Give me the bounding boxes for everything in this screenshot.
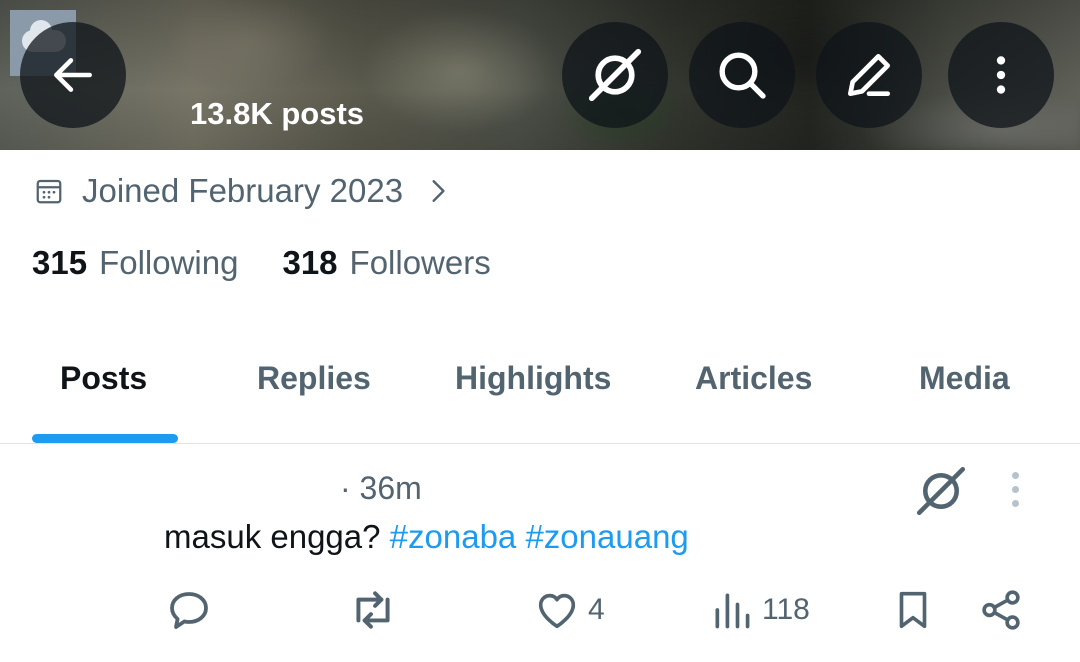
followers-label: Followers bbox=[349, 244, 491, 281]
like-count: 4 bbox=[588, 593, 605, 626]
share-button[interactable] bbox=[978, 582, 1024, 638]
follow-stats: 315 Following 318 Followers bbox=[32, 244, 535, 282]
back-button[interactable] bbox=[20, 22, 126, 128]
post-body: masuk engga? bbox=[164, 518, 381, 555]
post-timestamp[interactable]: · 36m bbox=[340, 470, 422, 507]
tab-highlights[interactable]: Highlights bbox=[455, 360, 611, 397]
calendar-icon bbox=[34, 176, 64, 206]
search-button[interactable] bbox=[689, 22, 795, 128]
active-tab-indicator bbox=[32, 434, 178, 443]
following-count: 315 bbox=[32, 244, 88, 281]
views-button[interactable]: 118 bbox=[710, 582, 810, 638]
more-dot-icon bbox=[1012, 486, 1019, 493]
followers-link[interactable]: 318 Followers bbox=[282, 244, 490, 282]
profile-tabs: Posts Replies Highlights Articles Media bbox=[0, 340, 1080, 444]
more-options-button[interactable] bbox=[948, 22, 1054, 128]
repost-button[interactable] bbox=[348, 582, 398, 638]
posts-count: 13.8K posts bbox=[190, 96, 365, 131]
tab-media[interactable]: Media bbox=[919, 360, 1010, 397]
post-text: masuk engga? #zonaba #zonauang bbox=[164, 518, 689, 556]
search-icon bbox=[719, 52, 766, 99]
reply-icon bbox=[170, 592, 208, 629]
heart-icon bbox=[538, 593, 576, 629]
back-arrow-icon bbox=[54, 58, 92, 92]
more-dot-icon bbox=[1012, 500, 1019, 507]
more-vertical-icon bbox=[996, 56, 1006, 94]
view-count: 118 bbox=[762, 593, 810, 626]
hashtag-link[interactable]: #zonaba bbox=[390, 518, 517, 555]
analytics-icon bbox=[715, 593, 750, 629]
following-label: Following bbox=[99, 244, 239, 281]
hashtag-link[interactable]: #zonauang bbox=[525, 518, 688, 555]
tab-articles[interactable]: Articles bbox=[695, 360, 812, 397]
more-dot-icon bbox=[1012, 472, 1019, 479]
post-more-button[interactable] bbox=[1012, 472, 1019, 507]
tab-replies[interactable]: Replies bbox=[257, 360, 371, 397]
following-link[interactable]: 315 Following bbox=[32, 244, 238, 282]
tab-posts[interactable]: Posts bbox=[60, 360, 147, 397]
grok-icon bbox=[588, 48, 642, 102]
joined-date-row[interactable]: Joined February 2023 bbox=[34, 168, 451, 214]
repost-icon bbox=[356, 591, 390, 629]
bookmark-button[interactable] bbox=[890, 582, 936, 638]
followers-count: 318 bbox=[282, 244, 338, 281]
grok-button[interactable] bbox=[562, 22, 668, 128]
share-icon bbox=[982, 590, 1020, 630]
reply-button[interactable] bbox=[165, 582, 213, 638]
chevron-right-icon bbox=[425, 178, 451, 204]
edit-icon bbox=[848, 54, 890, 96]
grok-icon bbox=[916, 466, 966, 516]
bookmark-icon bbox=[899, 591, 927, 629]
like-button[interactable]: 4 bbox=[534, 582, 605, 638]
joined-date: Joined February 2023 bbox=[82, 172, 404, 209]
post-actions: 4 118 bbox=[0, 582, 1080, 642]
post-grok-button[interactable] bbox=[912, 462, 970, 520]
edit-button[interactable] bbox=[816, 22, 922, 128]
